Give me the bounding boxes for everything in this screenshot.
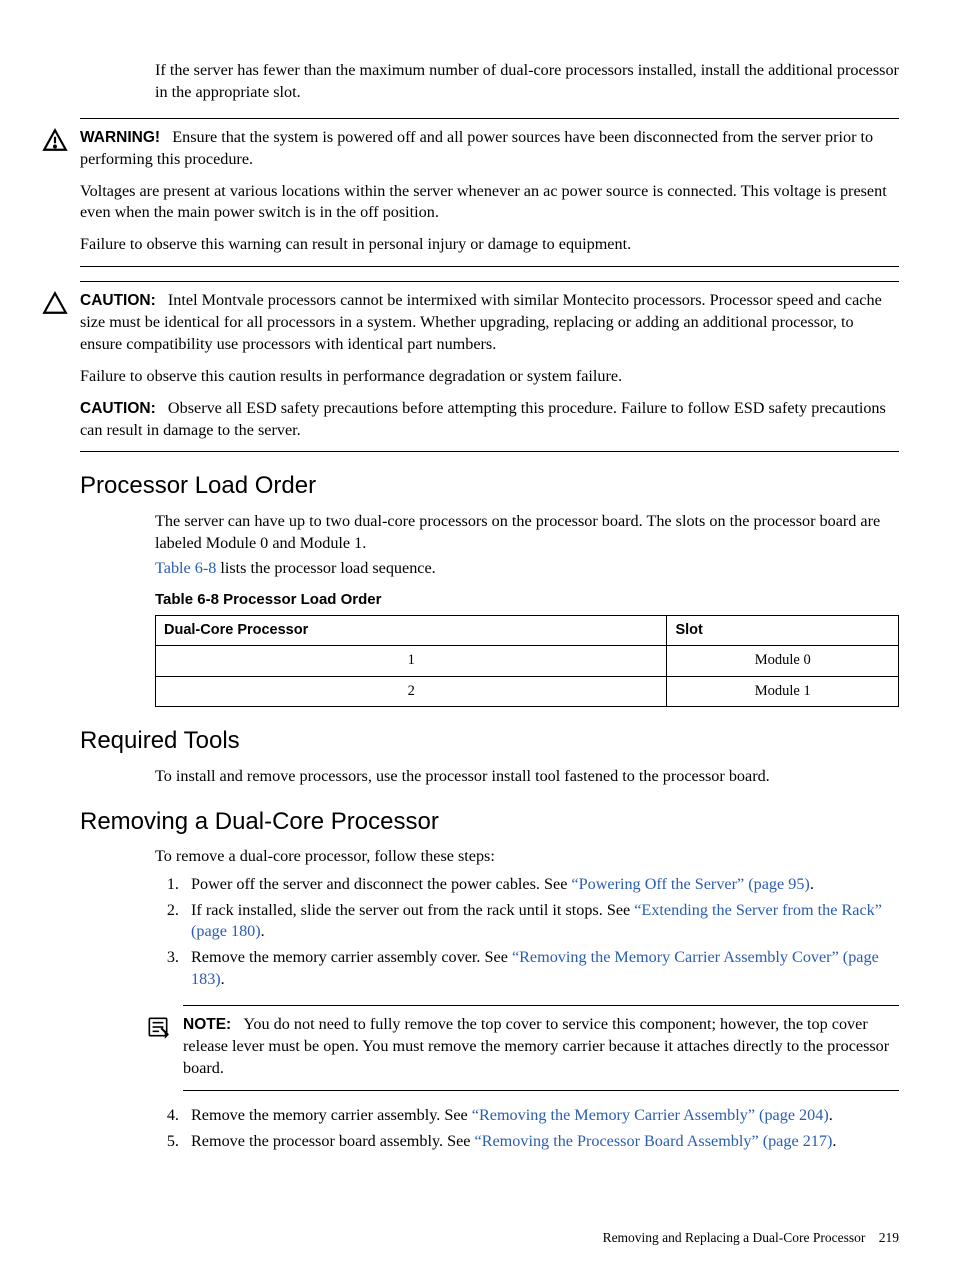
note-admonition: NOTE: You do not need to fully remove th… — [183, 1005, 899, 1091]
removing-memory-carrier-link[interactable]: “Removing the Memory Carrier Assembly” (… — [472, 1106, 829, 1124]
heading-required-tools: Required Tools — [80, 725, 899, 757]
table-row: 2 Module 1 — [156, 676, 899, 707]
warning-text-1: Ensure that the system is powered off an… — [80, 128, 873, 168]
caution-para-2: Failure to observe this caution results … — [80, 366, 899, 388]
heading-processor-load-order: Processor Load Order — [80, 470, 899, 502]
processor-load-order-table: Dual-Core Processor Slot 1 Module 0 2 Mo… — [155, 615, 899, 708]
step-4-text-a: Remove the memory carrier assembly. See — [191, 1106, 472, 1124]
removal-steps: Power off the server and disconnect the … — [155, 874, 899, 991]
warning-para-3: Failure to observe this warning can resu… — [80, 234, 899, 256]
warning-label: WARNING! — [80, 129, 160, 146]
step-3: Remove the memory carrier assembly cover… — [183, 947, 899, 991]
note-label: NOTE: — [183, 1016, 231, 1033]
cell-proc: 2 — [156, 676, 667, 707]
step-5-text-a: Remove the processor board assembly. See — [191, 1132, 475, 1150]
warning-para-1: WARNING! Ensure that the system is power… — [80, 127, 899, 171]
step-5-text-b: . — [832, 1132, 836, 1150]
step-1: Power off the server and disconnect the … — [183, 874, 899, 896]
caution-admonition: CAUTION: Intel Montvale processors canno… — [80, 281, 899, 452]
load-order-table-ref: Table 6-8 lists the processor load seque… — [155, 558, 899, 580]
intro-paragraph: If the server has fewer than the maximum… — [155, 60, 899, 104]
step-4: Remove the memory carrier assembly. See … — [183, 1105, 899, 1127]
step-5: Remove the processor board assembly. See… — [183, 1131, 899, 1153]
cell-slot: Module 0 — [667, 646, 899, 677]
footer-text: Removing and Replacing a Dual-Core Proce… — [603, 1230, 866, 1245]
table-6-8-link[interactable]: Table 6-8 — [155, 559, 216, 577]
step-3-text-a: Remove the memory carrier assembly cover… — [191, 948, 512, 966]
caution-icon — [42, 290, 68, 323]
step-2-text-b: . — [261, 922, 265, 940]
heading-removing-processor: Removing a Dual-Core Processor — [80, 806, 899, 838]
page-number: 219 — [879, 1230, 899, 1245]
caution-label-1: CAUTION: — [80, 292, 156, 309]
caution-para-3: CAUTION: Observe all ESD safety precauti… — [80, 398, 899, 442]
load-order-intro: The server can have up to two dual-core … — [155, 511, 899, 555]
table-header-row: Dual-Core Processor Slot — [156, 615, 899, 646]
required-tools-body: To install and remove processors, use th… — [155, 766, 899, 788]
col-slot: Slot — [667, 615, 899, 646]
step-1-text-a: Power off the server and disconnect the … — [191, 875, 571, 893]
page-footer: Removing and Replacing a Dual-Core Proce… — [603, 1229, 899, 1247]
col-dual-core-processor: Dual-Core Processor — [156, 615, 667, 646]
warning-admonition: WARNING! Ensure that the system is power… — [80, 118, 899, 267]
removing-intro: To remove a dual-core processor, follow … — [155, 846, 899, 868]
load-order-ref-tail: lists the processor load sequence. — [216, 559, 435, 577]
step-2: If rack installed, slide the server out … — [183, 900, 899, 944]
removal-steps-cont: Remove the memory carrier assembly. See … — [155, 1105, 899, 1153]
warning-icon — [42, 127, 68, 160]
cell-proc: 1 — [156, 646, 667, 677]
caution-text-3: Observe all ESD safety precautions befor… — [80, 399, 886, 439]
caution-para-1: CAUTION: Intel Montvale processors canno… — [80, 290, 899, 356]
step-1-text-b: . — [810, 875, 814, 893]
cell-slot: Module 1 — [667, 676, 899, 707]
note-icon — [145, 1014, 171, 1047]
note-body: You do not need to fully remove the top … — [183, 1015, 889, 1077]
table-caption: Table 6-8 Processor Load Order — [155, 590, 899, 610]
step-4-text-b: . — [829, 1106, 833, 1124]
step-3-text-b: . — [221, 970, 225, 988]
caution-label-2: CAUTION: — [80, 400, 156, 417]
step-2-text-a: If rack installed, slide the server out … — [191, 901, 634, 919]
note-para: NOTE: You do not need to fully remove th… — [183, 1014, 899, 1080]
warning-para-2: Voltages are present at various location… — [80, 181, 899, 225]
powering-off-link[interactable]: “Powering Off the Server” (page 95) — [571, 875, 809, 893]
removing-processor-board-link[interactable]: “Removing the Processor Board Assembly” … — [475, 1132, 833, 1150]
caution-text-1: Intel Montvale processors cannot be inte… — [80, 291, 882, 353]
table-row: 1 Module 0 — [156, 646, 899, 677]
